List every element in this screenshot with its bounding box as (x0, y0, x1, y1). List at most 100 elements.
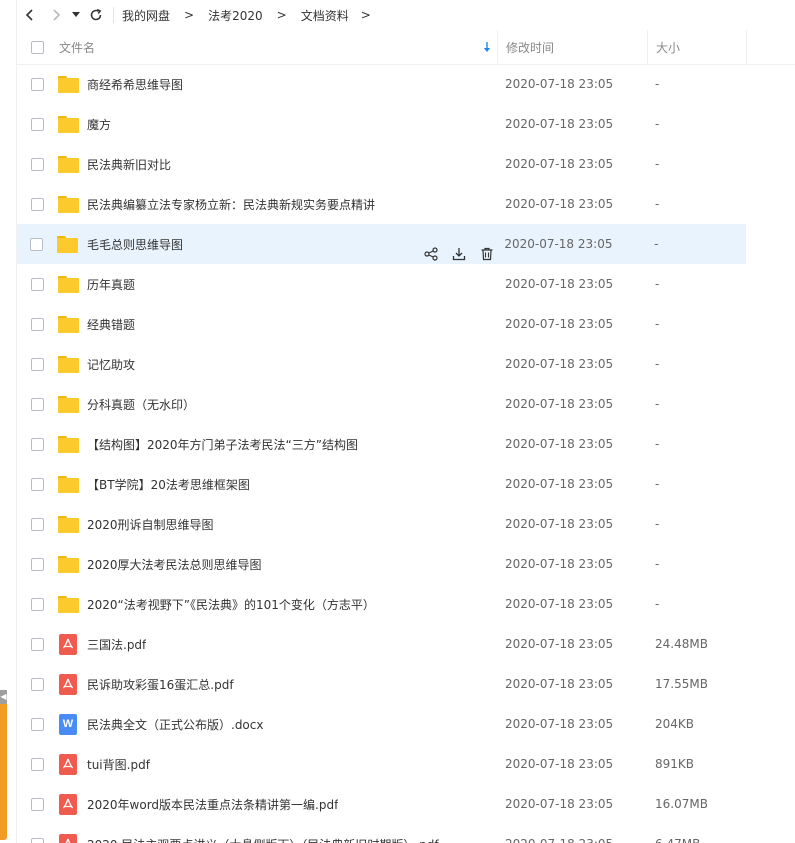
modified-time: 2020-07-18 23:05 (505, 717, 614, 731)
folder-row[interactable]: 毛毛总则思维导图 2020-07-18 23:05 - (17, 224, 746, 264)
row-checkbox[interactable] (30, 797, 44, 811)
file-row[interactable]: 2020年word版本民法重点法条精讲第一编.pdf 2020-07-18 23:… (17, 784, 795, 824)
row-checkbox[interactable] (30, 557, 44, 571)
file-row[interactable]: 2020 民法主观要点讲义（大鼻侧版下）（民法典新旧时期版）.pdf 2020-0… (17, 824, 795, 843)
refresh-button[interactable] (83, 2, 109, 28)
breadcrumb-item[interactable]: 我的网盘 (122, 7, 170, 24)
column-name-label: 文件名 (59, 40, 96, 55)
file-name[interactable]: 2020刑诉自制思维导图 (87, 516, 214, 533)
file-size: - (655, 477, 660, 491)
file-name[interactable]: 民法典新旧对比 (87, 156, 171, 173)
file-name-cell: 民诉助攻彩蛋16蛋汇总.pdf (57, 673, 497, 695)
file-name[interactable]: 民法典编纂立法专家杨立新：民法典新规实务要点精讲 (87, 196, 375, 213)
folder-row[interactable]: 民法典编纂立法专家杨立新：民法典新规实务要点精讲 2020-07-18 23:05… (17, 184, 795, 224)
file-name[interactable]: 【结构图】2020年方门弟子法考民法“三方”结构图 (87, 436, 358, 453)
file-name[interactable]: 2020年word版本民法重点法条精讲第一编.pdf (87, 796, 338, 813)
modified-time: 2020-07-18 23:05 (505, 677, 614, 691)
row-checkbox[interactable] (30, 77, 44, 91)
pdf-file-icon (59, 633, 77, 655)
file-name[interactable]: 【BT学院】20法考思维框架图 (87, 476, 250, 493)
file-name[interactable]: 2020 民法主观要点讲义（大鼻侧版下）（民法典新旧时期版）.pdf (87, 836, 439, 843)
file-name[interactable]: 2020“法考视野下”《民法典》的101个变化（方志平） (87, 596, 375, 613)
row-checkbox[interactable] (30, 397, 44, 411)
row-checkbox[interactable] (30, 717, 44, 731)
row-checkbox[interactable] (30, 117, 44, 131)
file-name-cell: 记忆助攻 (57, 354, 497, 374)
folder-row[interactable]: 2020“法考视野下”《民法典》的101个变化（方志平） 2020-07-18 2… (17, 584, 795, 624)
delete-icon[interactable] (478, 245, 496, 263)
modified-time: 2020-07-18 23:05 (505, 637, 614, 651)
folder-row[interactable]: 2020刑诉自制思维导图 2020-07-18 23:05 - (17, 504, 795, 544)
folder-row[interactable]: 分科真题（无水印） 2020-07-18 23:05 - (17, 384, 795, 424)
file-name[interactable]: 商经希希思维导图 (87, 76, 183, 93)
row-checkbox[interactable] (30, 677, 44, 691)
file-row[interactable]: 民诉助攻彩蛋16蛋汇总.pdf 2020-07-18 23:05 17.55MB (17, 664, 795, 704)
row-checkbox[interactable] (30, 437, 44, 451)
row-checkbox[interactable] (30, 477, 44, 491)
row-checkbox[interactable] (30, 277, 44, 291)
file-size: - (655, 317, 660, 331)
row-checkbox[interactable] (30, 317, 44, 331)
modified-time: 2020-07-18 23:05 (505, 157, 614, 171)
caret-down-icon (72, 12, 80, 17)
file-name[interactable]: tui背图.pdf (87, 756, 150, 773)
modified-time: 2020-07-18 23:05 (504, 237, 613, 251)
side-panel-handle[interactable] (0, 690, 7, 840)
file-name-cell: 2020“法考视野下”《民法典》的101个变化（方志平） (57, 594, 497, 614)
folder-row[interactable]: 经典错题 2020-07-18 23:05 - (17, 304, 795, 344)
file-name-cell: W 民法典全文（正式公布版）.docx (57, 713, 497, 735)
breadcrumb-item[interactable]: 法考2020 (208, 7, 263, 24)
select-all-checkbox[interactable] (30, 40, 44, 54)
file-row[interactable]: 三国法.pdf 2020-07-18 23:05 24.48MB (17, 624, 795, 664)
column-header-modified[interactable]: 修改时间 (497, 29, 647, 65)
file-row[interactable]: W 民法典全文（正式公布版）.docx 2020-07-18 23:05 204KB (17, 704, 795, 744)
modified-time: 2020-07-18 23:05 (505, 197, 614, 211)
row-checkbox[interactable] (30, 757, 44, 771)
row-checkbox[interactable] (30, 837, 44, 843)
row-checkbox[interactable] (30, 637, 44, 651)
folder-row[interactable]: 民法典新旧对比 2020-07-18 23:05 - (17, 144, 795, 184)
sort-down-arrow-icon[interactable] (483, 41, 491, 53)
file-name[interactable]: 民法典全文（正式公布版）.docx (87, 716, 263, 733)
file-size: 6.47MB (647, 837, 747, 843)
modified-time: 2020-07-18 23:05 (505, 757, 614, 771)
folder-row[interactable]: 【结构图】2020年方门弟子法考民法“三方”结构图 2020-07-18 23:0… (17, 424, 795, 464)
file-name-cell: 商经希希思维导图 (57, 74, 497, 94)
back-button[interactable] (17, 2, 43, 28)
column-header-size[interactable]: 大小 (647, 29, 747, 65)
download-icon[interactable] (450, 245, 468, 263)
folder-icon (57, 315, 79, 333)
file-size: 17.55MB (655, 677, 708, 691)
row-checkbox[interactable] (30, 157, 44, 171)
row-checkbox[interactable] (30, 197, 44, 211)
row-checkbox[interactable] (30, 517, 44, 531)
folder-row[interactable]: 记忆助攻 2020-07-18 23:05 - (17, 344, 795, 384)
folder-row[interactable]: 2020厚大法考民法总则思维导图 2020-07-18 23:05 - (17, 544, 795, 584)
file-name[interactable]: 历年真题 (87, 276, 135, 293)
file-name[interactable]: 经典错题 (87, 316, 135, 333)
file-name[interactable]: 分科真题（无水印） (87, 396, 195, 413)
row-checkbox[interactable] (30, 597, 44, 611)
file-size: 204KB (655, 717, 695, 731)
collapse-arrow-icon[interactable]: ◀ (0, 690, 7, 704)
file-size: - (655, 397, 660, 411)
file-name[interactable]: 2020厚大法考民法总则思维导图 (87, 556, 262, 573)
forward-button[interactable] (43, 2, 69, 28)
row-checkbox[interactable] (30, 357, 44, 371)
file-name[interactable]: 魔方 (87, 116, 111, 133)
folder-row[interactable]: 历年真题 2020-07-18 23:05 - (17, 264, 795, 304)
folder-row[interactable]: 魔方 2020-07-18 23:05 - (17, 104, 795, 144)
file-row[interactable]: tui背图.pdf 2020-07-18 23:05 891KB (17, 744, 795, 784)
breadcrumb-item[interactable]: 文档资料 (301, 7, 349, 24)
file-name[interactable]: 记忆助攻 (87, 356, 135, 373)
history-dropdown-button[interactable] (69, 2, 83, 28)
share-icon[interactable] (422, 245, 440, 263)
file-name[interactable]: 毛毛总则思维导图 (87, 236, 183, 253)
file-name[interactable]: 民诉助攻彩蛋16蛋汇总.pdf (87, 676, 234, 693)
column-header-name[interactable]: 文件名 (57, 39, 497, 56)
folder-row[interactable]: 商经希希思维导图 2020-07-18 23:05 - (17, 64, 795, 104)
row-checkbox[interactable] (30, 237, 44, 251)
modified-time: 2020-07-18 23:05 (505, 557, 614, 571)
file-name[interactable]: 三国法.pdf (87, 636, 146, 653)
folder-row[interactable]: 【BT学院】20法考思维框架图 2020-07-18 23:05 - (17, 464, 795, 504)
